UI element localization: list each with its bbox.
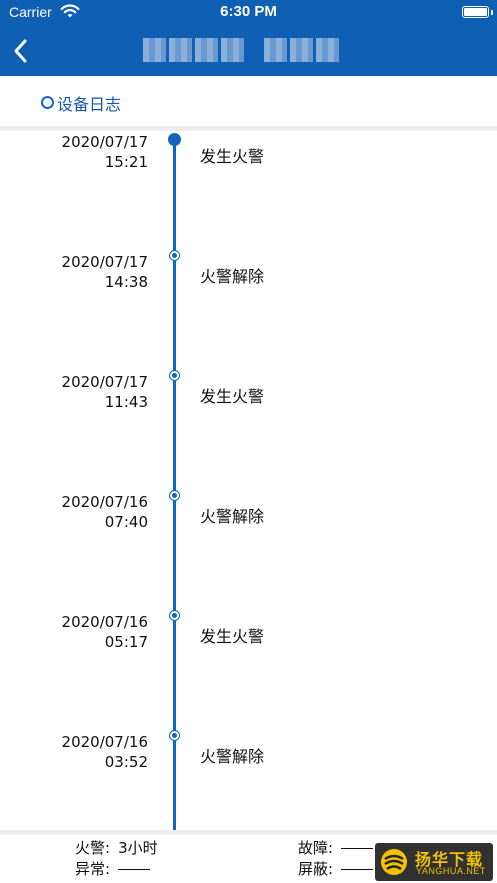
timeline-dot-current [168, 133, 181, 146]
empty-value-dash [118, 869, 151, 870]
status-bar: Carrier 6:30 PM [0, 0, 497, 26]
back-button[interactable] [6, 34, 40, 68]
entry-date: 2020/07/17 [61, 253, 148, 271]
entry-time: 11:43 [104, 393, 148, 411]
log-timeline[interactable]: 2020/07/17 15:21 发生火警 2020/07/17 14:38 火… [0, 131, 497, 830]
timeline-dot [170, 491, 179, 500]
battery-cap [491, 10, 493, 15]
entry-date: 2020/07/17 [61, 373, 148, 391]
abnormal-label: 异常: [75, 860, 111, 878]
fire-duration: 3小时 [118, 839, 158, 857]
summary-abnormal: 异常: [75, 858, 151, 879]
entry-event: 火警解除 [200, 267, 265, 286]
entry-time: 03:52 [104, 753, 148, 771]
status-time: 6:30 PM [220, 3, 277, 20]
watermark-domain: YANGHUA.NET [416, 866, 486, 876]
fire-label: 火警: [75, 839, 111, 857]
section-header: 设备日志 [0, 76, 497, 126]
nav-bar [0, 26, 497, 76]
entry-date: 2020/07/16 [61, 613, 148, 631]
summary-fault: 故障: [298, 837, 374, 858]
shield-label: 屏蔽: [298, 860, 334, 878]
entry-time: 15:21 [104, 153, 148, 171]
entry-time: 14:38 [104, 273, 148, 291]
battery-icon [462, 6, 489, 18]
entry-event: 火警解除 [200, 507, 265, 526]
entry-time: 07:40 [104, 513, 148, 531]
log-entry: 2020/07/17 14:38 火警解除 [0, 251, 497, 311]
timeline-dot [170, 611, 179, 620]
log-entry: 2020/07/16 03:52 火警解除 [0, 731, 497, 791]
timeline-line [173, 137, 176, 830]
section-title: 设备日志 [57, 95, 122, 114]
empty-value-dash [341, 848, 374, 849]
log-entry: 2020/07/17 15:21 发生火警 [0, 131, 497, 191]
watermark: 扬华下载 YANGHUA.NET [375, 843, 493, 881]
entry-event: 发生火警 [200, 387, 265, 406]
entry-time: 05:17 [104, 633, 148, 651]
log-entry: 2020/07/16 05:17 发生火警 [0, 611, 497, 671]
timeline-dot [170, 371, 179, 380]
entry-event: 发生火警 [200, 627, 265, 646]
summary-shield: 屏蔽: [298, 858, 374, 879]
timeline-dot [170, 731, 179, 740]
page-title-obscured [143, 38, 339, 62]
log-entry: 2020/07/17 11:43 发生火警 [0, 371, 497, 431]
chevron-left-icon [14, 39, 27, 63]
entry-event: 火警解除 [200, 747, 265, 766]
entry-event: 发生火警 [200, 147, 265, 166]
entry-date: 2020/07/17 [61, 133, 148, 151]
fault-label: 故障: [298, 839, 334, 857]
watermark-logo-icon [381, 849, 407, 875]
log-entry: 2020/07/16 07:40 火警解除 [0, 491, 497, 551]
summary-fire: 火警: 3小时 [75, 837, 158, 858]
empty-value-dash [341, 869, 374, 870]
timeline-dot [170, 251, 179, 260]
entry-date: 2020/07/16 [61, 493, 148, 511]
entry-date: 2020/07/16 [61, 733, 148, 751]
ring-icon [41, 96, 54, 109]
